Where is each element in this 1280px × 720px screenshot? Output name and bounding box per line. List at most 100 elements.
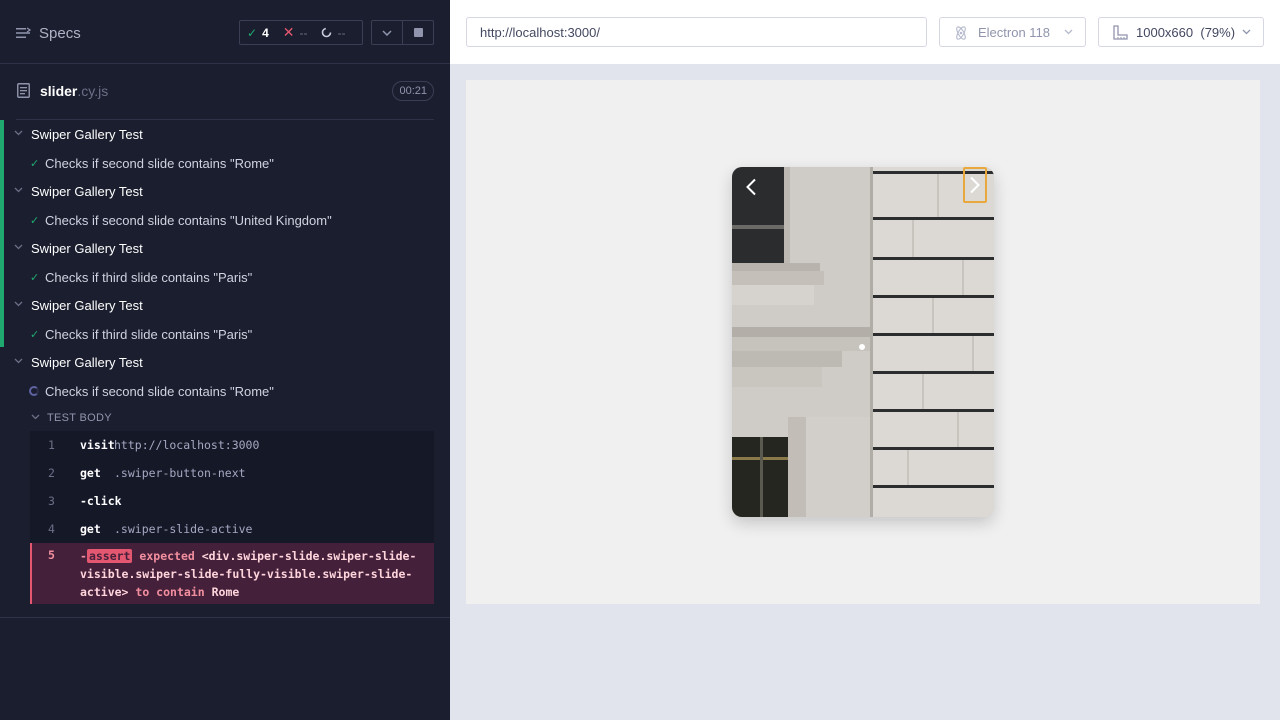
spec-file-extension: .cy.js: [77, 83, 109, 99]
test-item[interactable]: ✓ Checks if second slide contains "Rome": [0, 149, 450, 177]
suite-title: Swiper Gallery Test: [31, 354, 143, 370]
specs-toggle-button[interactable]: Specs: [16, 22, 81, 44]
test-title: Checks if third slide contains "Paris": [45, 269, 253, 285]
url-bar[interactable]: http://localhost:3000/: [466, 17, 927, 47]
swiper-gallery[interactable]: [732, 167, 994, 517]
electron-icon: [956, 26, 966, 40]
spec-duration-badge: 00:21: [392, 81, 434, 101]
command-name: visit: [80, 438, 115, 452]
assertion-message: - assert expected <div.swiper-slide.swipe…: [80, 547, 430, 601]
pending-count: --: [337, 25, 346, 40]
check-icon: ✓: [30, 157, 40, 170]
chevron-down-icon: [382, 29, 392, 36]
suite-item[interactable]: Swiper Gallery Test: [0, 177, 450, 205]
reporter-header: Specs ✓ 4 ✕ -- --: [0, 0, 450, 64]
test-body-toggle[interactable]: TEST BODY: [0, 406, 450, 430]
test-title: Checks if second slide contains "Rome": [45, 155, 274, 171]
divider: [0, 617, 450, 618]
swiper-button-next[interactable]: [963, 167, 987, 203]
test-item[interactable]: ✓ Checks if third slide contains "Paris": [0, 263, 450, 291]
pending-stat: --: [314, 21, 352, 44]
command-row[interactable]: 2 get .swiper-button-next: [30, 459, 434, 487]
test-item[interactable]: ✓ Checks if second slide contains "Unite…: [0, 206, 450, 234]
check-icon: ✓: [30, 328, 40, 341]
spec-file-name: slider.cy.js: [40, 83, 108, 99]
test-item[interactable]: ✓ Checks if third slide contains "Paris": [0, 320, 450, 348]
command-name: get: [80, 522, 101, 536]
command-name: get: [80, 466, 101, 480]
ruler-icon: [1113, 25, 1128, 40]
command-number: 3: [48, 494, 55, 508]
suite-title: Swiper Gallery Test: [31, 297, 143, 313]
run-controls: [371, 20, 434, 45]
browser-selector-button[interactable]: Electron 118: [939, 17, 1086, 47]
chevron-down-icon: [14, 130, 23, 136]
command-number: 4: [48, 522, 55, 536]
specs-label: Specs: [39, 24, 81, 42]
spec-file-header: slider.cy.js 00:21: [0, 64, 450, 120]
chevron-right-icon: [970, 176, 980, 194]
aut-header: http://localhost:3000/ Electron 118 1000…: [450, 0, 1280, 64]
chevron-down-icon: [14, 358, 23, 364]
command-message: .swiper-slide-active: [114, 522, 253, 536]
passed-count: 4: [262, 25, 269, 40]
spec-file-basename: slider: [40, 83, 78, 99]
failed-stat: ✕ --: [276, 21, 315, 44]
suite-item[interactable]: Swiper Gallery Test: [0, 291, 450, 319]
stop-icon: [413, 28, 423, 37]
failed-command-row[interactable]: 5 - assert expected <div.swiper-slide.swi…: [30, 543, 434, 604]
collapse-all-button[interactable]: [372, 21, 402, 44]
run-stats: ✓ 4 ✕ -- --: [239, 20, 363, 45]
pending-icon: [322, 27, 332, 38]
suite-title: Swiper Gallery Test: [31, 240, 143, 256]
assert-value: Rome: [211, 585, 240, 599]
aut-iframe[interactable]: [466, 80, 1260, 604]
suite-title: Swiper Gallery Test: [31, 126, 143, 142]
suite-item[interactable]: Swiper Gallery Test: [0, 120, 450, 148]
test-title: Checks if third slide contains "Paris": [45, 326, 253, 342]
command-row[interactable]: 4 get .swiper-slide-active: [30, 515, 434, 543]
command-row[interactable]: 3 -click: [30, 487, 434, 515]
document-icon: [17, 83, 30, 98]
chevron-down-icon: [1242, 29, 1251, 35]
slide-image: [732, 167, 994, 517]
viewport-selector-button[interactable]: 1000x660 (79%): [1098, 17, 1264, 47]
command-message: .swiper-button-next: [114, 466, 246, 480]
command-number: 5: [48, 548, 55, 562]
command-row[interactable]: 1 visit http://localhost:3000: [30, 431, 434, 459]
test-title: Checks if second slide contains "United …: [45, 212, 332, 228]
suite-item[interactable]: Swiper Gallery Test: [0, 234, 450, 262]
viewport-size: 1000x660: [1136, 24, 1194, 40]
swiper-button-prev[interactable]: [740, 171, 762, 203]
command-log: 1 visit http://localhost:3000 2 get .swi…: [30, 431, 434, 604]
x-icon: ✕: [282, 24, 295, 40]
viewport-label: 1000x660 (79%): [1136, 25, 1235, 40]
test-title: Checks if second slide contains "Rome": [45, 383, 274, 399]
assert-prefix: -: [80, 549, 87, 563]
command-message: http://localhost:3000: [114, 438, 260, 452]
check-icon: ✓: [30, 214, 40, 227]
suite-item[interactable]: Swiper Gallery Test: [0, 348, 450, 376]
failed-count: --: [299, 25, 308, 40]
command-number: 2: [48, 466, 55, 480]
stop-button[interactable]: [402, 21, 433, 44]
browser-label: Electron 118: [978, 24, 1051, 40]
suite-title: Swiper Gallery Test: [31, 183, 143, 199]
test-body-label: TEST BODY: [47, 412, 112, 424]
running-spinner-icon: [29, 386, 39, 396]
assert-to-contain: to contain: [135, 585, 205, 599]
chevron-left-icon: [746, 178, 756, 196]
passed-stat: ✓ 4: [240, 21, 276, 44]
pagination-bullet[interactable]: [859, 344, 865, 350]
command-number: 1: [48, 438, 55, 452]
chevron-down-icon: [31, 414, 40, 420]
url-text: http://localhost:3000/: [480, 24, 600, 40]
check-icon: ✓: [30, 271, 40, 284]
assert-expected: expected: [139, 549, 195, 563]
menu-icon: [16, 27, 31, 38]
chevron-down-icon: [14, 244, 23, 250]
reporter-panel: Specs ✓ 4 ✕ -- -- slider.cy.js 00:21 Swi…: [0, 0, 450, 720]
command-name: -click: [80, 494, 122, 508]
chevron-down-icon: [14, 187, 23, 193]
test-item-running[interactable]: Checks if second slide contains "Rome": [0, 377, 450, 405]
